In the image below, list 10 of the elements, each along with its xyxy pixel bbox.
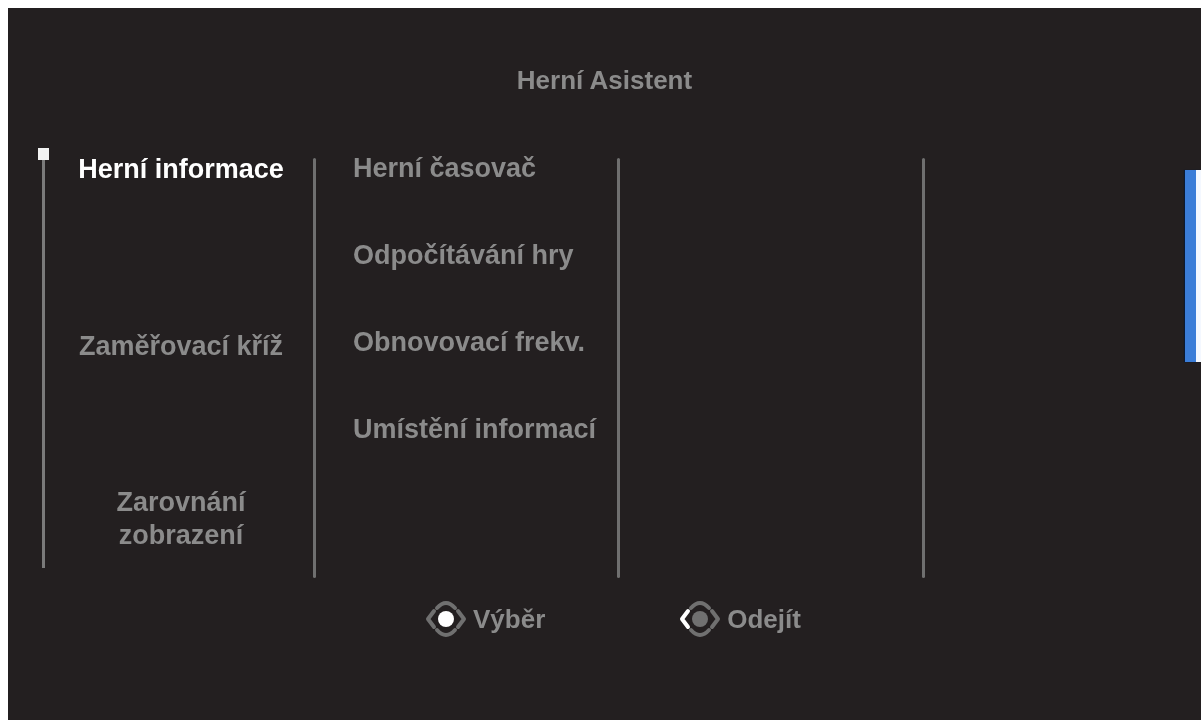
hint-label: Odejít	[727, 603, 801, 635]
menu-title: Herní Asistent	[516, 65, 693, 95]
menu-option[interactable]: Herní časovač	[353, 153, 537, 183]
menu-option[interactable]: Obnovovací frekv.	[353, 327, 586, 357]
hint-label: Výběr	[473, 603, 546, 635]
menu-option[interactable]: Odpočítávání hry	[353, 240, 574, 270]
menu-category[interactable]: Zarovnání zobrazení	[56, 486, 306, 552]
menu-option[interactable]: Umístění informací	[353, 414, 597, 444]
menu-category[interactable]: Herní informace	[78, 153, 284, 186]
menu-category[interactable]: Zaměřovací kříž	[78, 330, 284, 363]
